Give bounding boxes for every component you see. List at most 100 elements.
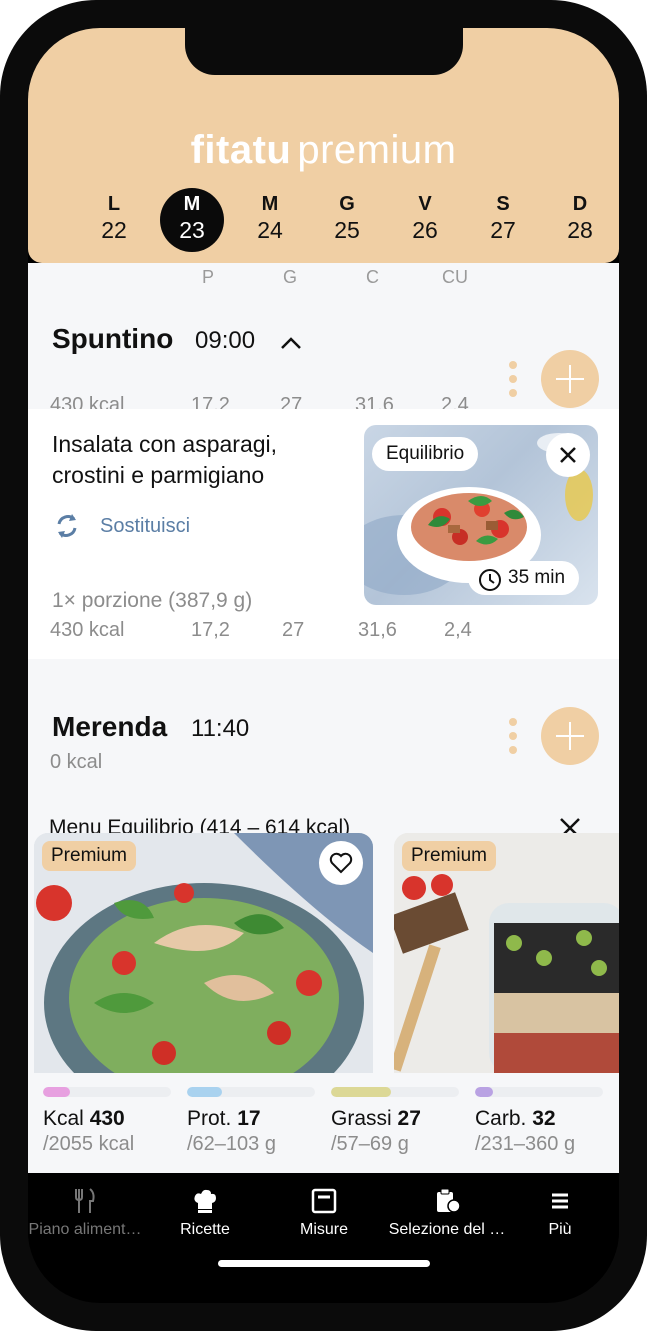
day-letter: V xyxy=(418,193,432,215)
scale-icon xyxy=(311,1188,337,1214)
day-cell[interactable]: L 22 xyxy=(82,188,146,252)
swap-button[interactable]: Sostituisci xyxy=(100,515,190,538)
item-kcal: 430 kcal xyxy=(50,619,125,641)
duration-text: 35 min xyxy=(508,567,566,588)
day-letter: S xyxy=(496,193,510,215)
protein-target: /62–103 g xyxy=(187,1133,276,1155)
item-name[interactable]: Insalata con asparagi, crostini e parmig… xyxy=(52,429,352,491)
macro-header-protein: P xyxy=(202,267,215,287)
carb-target: /231–360 g xyxy=(475,1133,576,1155)
item-macro-carb: 31,6 xyxy=(358,619,397,641)
fork-knife-icon xyxy=(75,1188,95,1213)
recipe-card[interactable]: Premium xyxy=(34,833,373,1073)
tab-label: Più xyxy=(548,1221,572,1238)
tab-label: Piano aliment… xyxy=(28,1221,142,1238)
tab-label: Misure xyxy=(299,1221,348,1238)
day-cell[interactable]: V 26 xyxy=(393,188,457,252)
day-number: 22 xyxy=(101,217,127,243)
fat-value: 27 xyxy=(397,1107,421,1130)
day-letter: G xyxy=(339,193,355,215)
macro-header-carb: C xyxy=(366,267,379,287)
fat-progress xyxy=(331,1087,459,1097)
summary-kcal: Kcal 430 /2055 kcal xyxy=(43,1087,173,1156)
duration-pill: 35 min xyxy=(468,561,580,595)
more-options-icon[interactable] xyxy=(508,361,518,401)
brand-name-bold: fitatu xyxy=(190,128,292,172)
summary-carb: Carb. 32 /231–360 g xyxy=(475,1087,605,1156)
day-letter: M xyxy=(261,193,279,215)
protein-label: Prot. xyxy=(187,1107,232,1130)
daily-summary[interactable]: Kcal 430 /2055 kcal Prot. 17 /62–103 g G… xyxy=(28,1073,619,1173)
protein-value: 17 xyxy=(237,1107,261,1130)
protein-progress xyxy=(187,1087,315,1097)
kcal-target: /2055 kcal xyxy=(43,1133,135,1155)
kcal-label: Kcal xyxy=(43,1107,84,1130)
clipboard-icon xyxy=(437,1188,461,1213)
day-number: 24 xyxy=(257,217,283,243)
tab-measurements[interactable]: Misure xyxy=(264,1187,384,1239)
meal-title: Merenda xyxy=(52,711,168,742)
protein-progress-fill xyxy=(187,1087,222,1097)
day-cell[interactable]: G 25 xyxy=(315,188,379,252)
day-number: 25 xyxy=(334,217,360,243)
meal-time[interactable]: 09:00 xyxy=(195,327,255,355)
day-cell[interactable]: D 28 xyxy=(548,188,612,252)
kcal-value: 430 xyxy=(89,1107,125,1130)
summary-fat: Grassi 27 /57–69 g xyxy=(331,1087,461,1156)
day-number: 23 xyxy=(179,217,205,243)
app-screen: fitatu premium L 22 M 23 M 24 G 25 V 26 S 27 D2… xyxy=(28,28,619,1303)
tab-meal-plan[interactable]: Piano aliment… xyxy=(28,1187,145,1239)
day-cell[interactable]: S 27 xyxy=(471,188,535,252)
premium-badge: Premium xyxy=(402,841,497,871)
kcal-progress-fill xyxy=(43,1087,70,1097)
more-options-icon[interactable] xyxy=(508,718,518,758)
day-number: 26 xyxy=(412,217,438,243)
summary-protein: Prot. 17 /62–103 g xyxy=(187,1087,317,1156)
macro-header-fat: G xyxy=(283,267,298,287)
carb-value: 32 xyxy=(532,1107,556,1130)
day-number: 27 xyxy=(490,217,516,243)
premium-badge: Premium xyxy=(42,841,137,871)
add-food-button[interactable] xyxy=(541,707,599,765)
tab-more[interactable]: Più xyxy=(500,1187,619,1239)
day-cell-selected[interactable]: M 23 xyxy=(160,188,224,252)
tab-recipes[interactable]: Ricette xyxy=(145,1187,265,1239)
fat-label: Grassi xyxy=(331,1107,392,1130)
day-number: 28 xyxy=(567,217,593,243)
close-icon xyxy=(560,447,576,463)
bottom-tab-bar: Piano aliment… Ricette Misure Selezione … xyxy=(28,1173,619,1248)
item-macro-protein: 17,2 xyxy=(191,619,230,641)
item-portion: 1× porzione (387,9 g) xyxy=(52,589,253,612)
recipe-photo[interactable]: Equilibrio 35 min xyxy=(364,425,598,605)
week-calendar: L 22 M 23 M 24 G 25 V 26 S 27 D 28 xyxy=(52,188,596,258)
close-button[interactable] xyxy=(546,433,590,477)
fat-target: /57–69 g xyxy=(331,1133,409,1155)
recipe-card[interactable]: Premium xyxy=(394,833,619,1073)
carb-progress xyxy=(475,1087,603,1097)
chevron-up-icon[interactable] xyxy=(280,336,302,350)
meal-kcal: 0 kcal xyxy=(50,751,103,773)
day-cell[interactable]: M 24 xyxy=(238,188,302,252)
home-indicator[interactable] xyxy=(218,1260,430,1267)
clock-icon xyxy=(479,569,501,591)
brand-name-light: premium xyxy=(297,128,457,172)
item-macro-sugar: 2,4 xyxy=(444,619,472,641)
day-letter: D xyxy=(572,193,588,215)
device-notch xyxy=(185,28,463,75)
tab-shopping-selection[interactable]: Selezione del … xyxy=(382,1187,512,1239)
heart-icon xyxy=(329,852,353,874)
meal-title: Spuntino xyxy=(52,323,174,354)
favorite-button[interactable] xyxy=(319,841,363,885)
tab-label: Selezione del … xyxy=(388,1221,506,1238)
swap-icon[interactable] xyxy=(52,511,82,541)
tab-label: Ricette xyxy=(180,1221,230,1238)
carb-label: Carb. xyxy=(475,1107,527,1130)
phone-frame: fitatu premium L 22 M 23 M 24 G 25 V 26 S 27 D2… xyxy=(0,0,647,1331)
macro-header-sugar: CU xyxy=(442,267,468,287)
add-food-button[interactable] xyxy=(541,350,599,408)
kcal-progress xyxy=(43,1087,171,1097)
fat-progress-fill xyxy=(331,1087,392,1097)
carb-progress-fill xyxy=(475,1087,493,1097)
meal-item-card[interactable]: Insalata con asparagi, crostini e parmig… xyxy=(28,409,619,659)
meal-time[interactable]: 11:40 xyxy=(191,715,249,743)
